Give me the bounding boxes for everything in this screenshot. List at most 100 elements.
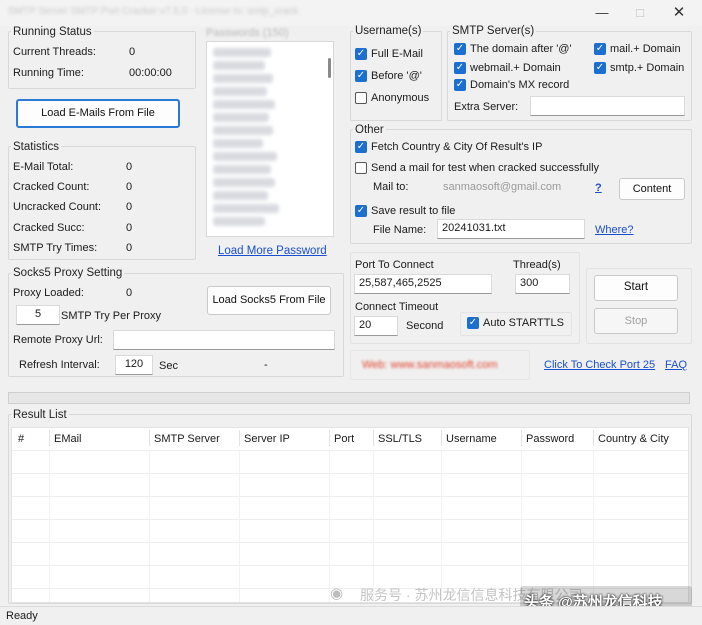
save-result-checkbox[interactable]: ✓ Save result to file bbox=[355, 205, 455, 217]
status-text: Ready bbox=[6, 610, 38, 622]
username-title: Username(s) bbox=[353, 25, 424, 37]
mail-to-value[interactable]: sanmaosoft@gmail.com bbox=[443, 181, 561, 193]
fetch-country-checkbox[interactable]: ✓ Fetch Country & City Of Result's IP bbox=[355, 141, 542, 153]
checkbox-empty-icon bbox=[355, 92, 367, 104]
stat-label: SMTP Try Times: bbox=[13, 242, 98, 254]
auto-starttls-label: Auto STARTTLS bbox=[483, 317, 564, 329]
password-list[interactable] bbox=[206, 41, 334, 237]
stat-label: E-Mail Total: bbox=[13, 161, 74, 173]
check-icon: ✓ bbox=[454, 62, 466, 74]
help-link[interactable]: ? bbox=[595, 182, 602, 194]
before-at-label: Before '@' bbox=[371, 70, 422, 82]
stat-label: Uncracked Count: bbox=[13, 201, 102, 213]
web-link[interactable]: Web: www.sanmaosoft.com bbox=[362, 359, 498, 371]
stop-button[interactable]: Stop bbox=[594, 308, 678, 334]
timeout-input[interactable]: 20 bbox=[354, 316, 398, 336]
before-at-checkbox[interactable]: ✓ Before '@' bbox=[355, 70, 422, 82]
smtp-domain-checkbox[interactable]: ✓ smtp.+ Domain bbox=[594, 62, 684, 74]
webmail-domain-checkbox[interactable]: ✓ webmail.+ Domain bbox=[454, 62, 561, 74]
webmail-domain-label: webmail.+ Domain bbox=[470, 62, 561, 74]
username-group: Username(s) ✓ Full E-Mail ✓ Before '@' A… bbox=[350, 25, 442, 121]
running-status-title: Running Status bbox=[11, 26, 94, 38]
passwords-group: Passwords (150) bbox=[200, 27, 342, 237]
stat-value: 0 bbox=[126, 181, 133, 193]
send-test-label: Send a mail for test when cracked succes… bbox=[371, 162, 600, 174]
mail-domain-checkbox[interactable]: ✓ mail.+ Domain bbox=[594, 43, 681, 55]
load-more-password-link[interactable]: Load More Password bbox=[218, 245, 327, 257]
result-table[interactable]: # EMail SMTP Server Server IP Port SSL/T… bbox=[11, 427, 689, 603]
minimize-button[interactable]: — bbox=[587, 2, 617, 24]
stat-label: Cracked Succ: bbox=[13, 222, 85, 234]
anonymous-label: Anonymous bbox=[371, 92, 430, 104]
try-per-proxy-label: SMTP Try Per Proxy bbox=[61, 310, 162, 322]
save-result-label: Save result to file bbox=[371, 205, 456, 217]
other-group: Other ✓ Fetch Country & City Of Result's… bbox=[350, 124, 692, 244]
full-email-checkbox[interactable]: ✓ Full E-Mail bbox=[355, 48, 423, 60]
file-name-input[interactable]: 20241031.txt bbox=[437, 219, 585, 239]
anonymous-checkbox[interactable]: Anonymous bbox=[355, 92, 429, 104]
check-icon: ✓ bbox=[355, 205, 367, 217]
faq-link[interactable]: FAQ bbox=[665, 359, 687, 371]
check-icon: ✓ bbox=[355, 70, 367, 82]
start-button[interactable]: Start bbox=[594, 275, 678, 301]
auto-starttls-checkbox[interactable]: ✓ Auto STARTTLS bbox=[467, 317, 564, 329]
timeout-unit: Second bbox=[406, 320, 444, 332]
col-header-smtp-server[interactable]: SMTP Server bbox=[150, 428, 240, 450]
check-icon: ✓ bbox=[454, 43, 466, 55]
col-header-server-ip[interactable]: Server IP bbox=[240, 428, 330, 450]
stat-value: 0 bbox=[126, 222, 133, 234]
load-emails-button[interactable]: Load E-Mails From File bbox=[16, 99, 180, 128]
port-input[interactable]: 25,587,465,2525 bbox=[354, 274, 492, 294]
result-list-title: Result List bbox=[11, 409, 69, 421]
col-header-ssl-tls[interactable]: SSL/TLS bbox=[374, 428, 442, 450]
load-socks5-button[interactable]: Load Socks5 From File bbox=[207, 286, 331, 315]
progress-bar bbox=[8, 392, 690, 404]
threads-setting-label: Thread(s) bbox=[513, 259, 561, 271]
title-bar: SMTP Server SMTP Port Cracker v7.5.0 - L… bbox=[0, 0, 702, 26]
col-header-password[interactable]: Password bbox=[522, 428, 594, 450]
col-header-email[interactable]: EMail bbox=[50, 428, 150, 450]
checkbox-empty-icon bbox=[355, 162, 367, 174]
try-per-proxy-input[interactable]: 5 bbox=[16, 305, 60, 325]
close-button[interactable]: ✕ bbox=[664, 2, 694, 24]
domain-after-at-checkbox[interactable]: ✓ The domain after '@' bbox=[454, 43, 572, 55]
col-header-port[interactable]: Port bbox=[330, 428, 374, 450]
remote-proxy-label: Remote Proxy Url: bbox=[13, 334, 103, 346]
refresh-interval-label: Refresh Interval: bbox=[19, 359, 100, 371]
running-time-label: Running Time: bbox=[13, 67, 84, 79]
col-header-username[interactable]: Username bbox=[442, 428, 522, 450]
smtp-servers-group: SMTP Server(s) ✓ The domain after '@' ✓ … bbox=[447, 25, 692, 121]
socks5-title: Socks5 Proxy Setting bbox=[11, 267, 125, 279]
mail-to-label: Mail to: bbox=[373, 181, 409, 193]
refresh-dash: - bbox=[264, 359, 268, 371]
passwords-title: Passwords (150) bbox=[206, 27, 289, 39]
mx-record-checkbox[interactable]: ✓ Domain's MX record bbox=[454, 79, 569, 91]
result-list-group: Result List # EMail SMTP Server Server I… bbox=[8, 409, 692, 604]
maximize-button[interactable]: □ bbox=[625, 2, 655, 24]
running-status-group: Running Status Current Threads: 0 Runnin… bbox=[8, 26, 196, 89]
threads-label: Current Threads: bbox=[13, 46, 96, 58]
threads-setting-input[interactable]: 300 bbox=[515, 274, 570, 294]
window-title: SMTP Server SMTP Port Cracker v7.5.0 - L… bbox=[8, 6, 299, 17]
file-name-label: File Name: bbox=[373, 224, 427, 236]
running-time-value: 00:00:00 bbox=[129, 67, 172, 79]
password-list-scrollbar[interactable] bbox=[328, 58, 331, 78]
other-title: Other bbox=[353, 124, 386, 136]
send-test-checkbox[interactable]: Send a mail for test when cracked succes… bbox=[355, 162, 599, 174]
extra-server-input[interactable] bbox=[530, 96, 685, 116]
extra-server-label: Extra Server: bbox=[454, 101, 519, 113]
where-link[interactable]: Where? bbox=[595, 224, 634, 236]
smtp-domain-label: smtp.+ Domain bbox=[610, 62, 685, 74]
content-button[interactable]: Content bbox=[619, 178, 685, 200]
mx-record-label: Domain's MX record bbox=[470, 79, 570, 91]
statistics-title: Statistics bbox=[11, 141, 62, 153]
refresh-interval-input[interactable]: 120 bbox=[115, 355, 153, 375]
domain-after-at-label: The domain after '@' bbox=[470, 43, 572, 55]
remote-proxy-input[interactable] bbox=[113, 330, 335, 350]
threads-value: 0 bbox=[129, 46, 136, 58]
statistics-group: Statistics E-Mail Total: 0 Cracked Count… bbox=[8, 141, 196, 260]
check-icon: ✓ bbox=[355, 48, 367, 60]
col-header-country-city[interactable]: Country & City bbox=[594, 428, 688, 450]
col-header-index[interactable]: # bbox=[14, 428, 48, 450]
check-port-link[interactable]: Click To Check Port 25 bbox=[544, 359, 655, 371]
